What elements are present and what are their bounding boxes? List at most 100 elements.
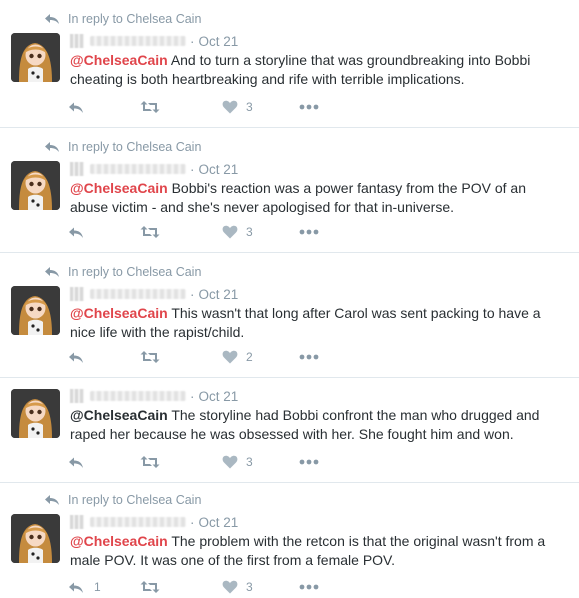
separator-dot: · <box>190 388 195 404</box>
tweet-actions: 2 <box>68 347 319 367</box>
tweet-header: · Oct 21 <box>70 32 238 50</box>
tweet-text: @ChelseaCain Bobbi's reaction was a powe… <box>70 179 566 217</box>
more-dots-icon <box>299 354 319 360</box>
retweet-button[interactable] <box>140 350 222 364</box>
avatar[interactable] <box>11 286 60 335</box>
tweet-time[interactable]: Oct 21 <box>199 389 239 404</box>
reply-button[interactable]: 1 <box>68 580 140 594</box>
tweet-actions: 3 <box>68 222 319 242</box>
retweet-icon <box>140 581 160 593</box>
tweet-time[interactable]: Oct 21 <box>199 34 239 49</box>
like-button[interactable]: 3 <box>222 100 299 114</box>
more-button[interactable] <box>299 104 319 110</box>
mention-link[interactable]: @ChelseaCain <box>70 52 168 68</box>
tweet[interactable]: In reply to Chelsea Cain · Oct 21 @Chels… <box>0 0 579 128</box>
blurred-handle <box>90 517 186 527</box>
tweet-time[interactable]: Oct 21 <box>199 287 239 302</box>
retweet-button[interactable] <box>140 580 222 594</box>
reply-button[interactable] <box>68 456 140 469</box>
separator-dot: · <box>190 286 195 302</box>
tweet[interactable]: In reply to Chelsea Cain · Oct 21 @Chels… <box>0 253 579 378</box>
avatar-image <box>11 161 60 210</box>
retweet-icon <box>140 101 160 113</box>
like-count: 3 <box>246 225 253 239</box>
avatar-image <box>11 389 60 438</box>
mention-link[interactable]: @ChelseaCain <box>70 533 168 549</box>
like-button[interactable]: 3 <box>222 225 299 239</box>
reply-arrow-icon <box>45 495 59 505</box>
tweet-actions: 3 <box>68 452 319 472</box>
separator-dot: · <box>190 514 195 530</box>
reply-context[interactable]: In reply to Chelsea Cain <box>44 11 201 27</box>
tweet[interactable]: In reply to Chelsea Cain · Oct 21 @Chels… <box>0 483 579 598</box>
reply-button[interactable] <box>68 101 140 114</box>
tweet-text: @ChelseaCain The problem with the retcon… <box>70 532 566 570</box>
like-count: 3 <box>246 580 253 594</box>
reply-icon <box>69 352 83 363</box>
avatar-image <box>11 514 60 563</box>
tweet-text: @ChelseaCain The storyline had Bobbi con… <box>70 406 566 444</box>
heart-icon <box>222 350 238 364</box>
heart-icon <box>222 100 238 114</box>
more-dots-icon <box>299 104 319 110</box>
tweet-header: · Oct 21 <box>70 513 238 531</box>
mention-link[interactable]: @ChelseaCain <box>70 180 168 196</box>
tweet[interactable]: In reply to Chelsea Cain · Oct 21 @Chels… <box>0 128 579 253</box>
avatar-image <box>11 286 60 335</box>
reply-context-label: In reply to Chelsea Cain <box>68 265 202 279</box>
blurred-handle <box>90 164 186 174</box>
tweet-time[interactable]: Oct 21 <box>199 515 239 530</box>
tweet-time[interactable]: Oct 21 <box>199 162 239 177</box>
mention-link[interactable]: @ChelseaCain <box>70 407 168 423</box>
heart-icon <box>222 225 238 239</box>
avatar[interactable] <box>11 161 60 210</box>
reply-context[interactable]: In reply to Chelsea Cain <box>44 492 201 508</box>
reply-context[interactable]: In reply to Chelsea Cain <box>44 264 201 280</box>
like-button[interactable]: 3 <box>222 580 299 594</box>
retweet-button[interactable] <box>140 455 222 469</box>
more-dots-icon <box>299 459 319 465</box>
reply-button[interactable] <box>68 351 140 364</box>
timeline: In reply to Chelsea Cain · Oct 21 @Chels… <box>0 0 579 598</box>
reply-icon <box>69 457 83 468</box>
like-button[interactable]: 2 <box>222 350 299 364</box>
blurred-name <box>70 34 84 48</box>
reply-context[interactable]: In reply to Chelsea Cain <box>44 139 201 155</box>
more-button[interactable] <box>299 584 319 590</box>
blurred-name <box>70 389 84 403</box>
retweet-button[interactable] <box>140 100 222 114</box>
reply-context-label: In reply to Chelsea Cain <box>68 140 202 154</box>
blurred-name <box>70 515 84 529</box>
separator-dot: · <box>190 161 195 177</box>
reply-context-label: In reply to Chelsea Cain <box>68 12 202 26</box>
more-dots-icon <box>299 229 319 235</box>
blurred-handle <box>90 289 186 299</box>
like-count: 3 <box>246 100 253 114</box>
reply-context-label: In reply to Chelsea Cain <box>68 493 202 507</box>
retweet-icon <box>140 456 160 468</box>
avatar[interactable] <box>11 389 60 438</box>
reply-arrow-icon <box>45 267 59 277</box>
avatar[interactable] <box>11 33 60 82</box>
reply-icon <box>69 582 83 593</box>
more-button[interactable] <box>299 459 319 465</box>
tweet-actions: 1 3 <box>68 577 319 597</box>
retweet-icon <box>140 351 160 363</box>
heart-icon <box>222 455 238 469</box>
more-button[interactable] <box>299 354 319 360</box>
like-count: 3 <box>246 455 253 469</box>
like-count: 2 <box>246 350 253 364</box>
retweet-icon <box>140 226 160 238</box>
reply-count: 1 <box>94 580 101 594</box>
reply-arrow-icon <box>45 142 59 152</box>
blurred-name <box>70 162 84 176</box>
like-button[interactable]: 3 <box>222 455 299 469</box>
mention-link[interactable]: @ChelseaCain <box>70 305 168 321</box>
more-button[interactable] <box>299 229 319 235</box>
tweet-header: · Oct 21 <box>70 160 238 178</box>
retweet-button[interactable] <box>140 225 222 239</box>
tweet[interactable]: · Oct 21 @ChelseaCain The storyline had … <box>0 378 579 483</box>
reply-button[interactable] <box>68 226 140 239</box>
avatar[interactable] <box>11 514 60 563</box>
more-dots-icon <box>299 584 319 590</box>
